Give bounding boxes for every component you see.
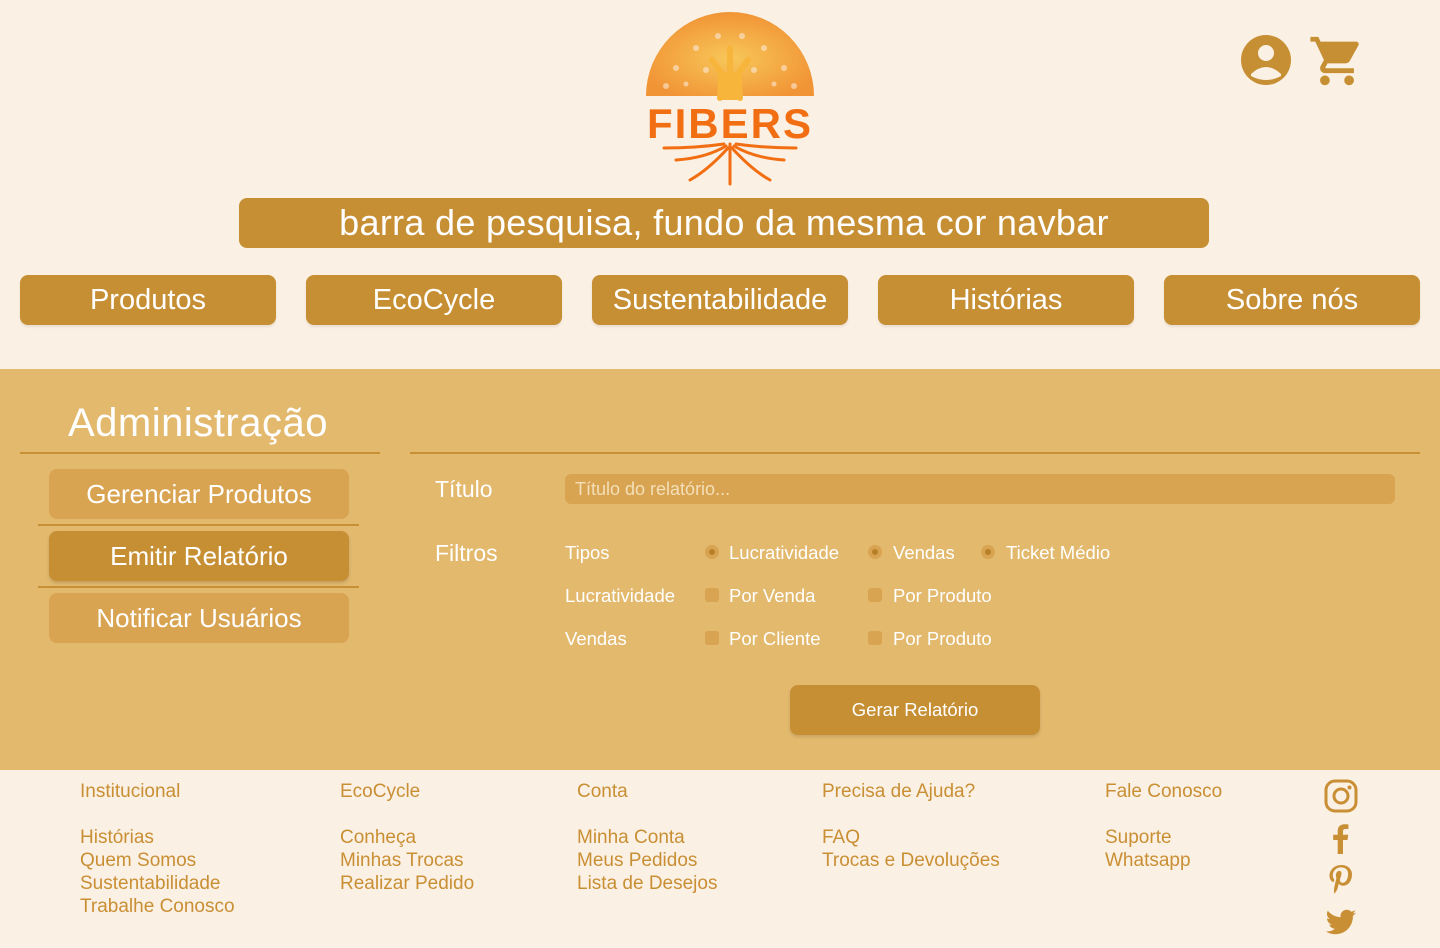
search-bar[interactable]: barra de pesquisa, fundo da mesma cor na… bbox=[239, 198, 1209, 248]
radio-lucratividade[interactable] bbox=[705, 545, 719, 559]
divider bbox=[38, 586, 359, 588]
divider bbox=[20, 452, 380, 454]
report-title-input[interactable] bbox=[565, 474, 1395, 504]
footer-link[interactable]: Trocas e Devoluções bbox=[822, 849, 1000, 872]
footer-link[interactable]: Histórias bbox=[80, 826, 235, 849]
admin-title: Administração bbox=[68, 401, 328, 445]
checkbox-por-produto[interactable] bbox=[868, 588, 882, 602]
footer-link[interactable]: Minhas Trocas bbox=[340, 849, 474, 872]
nav-ecocycle[interactable]: EcoCycle bbox=[306, 275, 562, 325]
footer-link[interactable]: Trabalhe Conosco bbox=[80, 895, 235, 918]
nav-sobre-nos[interactable]: Sobre nós bbox=[1164, 275, 1420, 325]
option-label: Ticket Médio bbox=[1006, 542, 1111, 563]
filters-label: Filtros bbox=[435, 540, 498, 566]
tree-logo-icon bbox=[646, 12, 814, 186]
title-label: Título bbox=[435, 476, 493, 502]
nav-produtos[interactable]: Produtos bbox=[20, 275, 276, 325]
option-label: Vendas bbox=[893, 542, 955, 563]
footer-column-fale-conosco: Fale Conosco Suporte Whatsapp bbox=[1105, 780, 1222, 872]
admin-panel: Administração Gerenciar Produtos Emitir … bbox=[0, 369, 1440, 770]
filter-row-label: Lucratividade bbox=[565, 585, 676, 606]
footer-link[interactable]: Realizar Pedido bbox=[340, 872, 474, 895]
divider bbox=[38, 524, 359, 526]
generate-report-button[interactable]: Gerar Relatório bbox=[790, 685, 1040, 735]
option-label: Por Produto bbox=[893, 585, 992, 606]
footer-link[interactable]: Suporte bbox=[1105, 826, 1222, 849]
footer-link[interactable]: Conheça bbox=[340, 826, 474, 849]
header: FIBERS barra de pesquisa, fundo da mesma… bbox=[0, 0, 1440, 369]
notify-users-button[interactable]: Notificar Usuários bbox=[49, 593, 349, 643]
user-account-icon[interactable] bbox=[1240, 34, 1292, 86]
footer-column-ajuda: Precisa de Ajuda? FAQ Trocas e Devoluçõe… bbox=[822, 780, 1000, 872]
footer-link[interactable]: Quem Somos bbox=[80, 849, 235, 872]
footer-link[interactable]: Whatsapp bbox=[1105, 849, 1222, 872]
facebook-icon[interactable] bbox=[1324, 821, 1358, 855]
footer-link[interactable]: Sustentabilidade bbox=[80, 872, 235, 895]
footer: Institucional Histórias Quem Somos Suste… bbox=[0, 770, 1440, 948]
nav-historias[interactable]: Histórias bbox=[878, 275, 1134, 325]
footer-column-ecocycle: EcoCycle Conheça Minhas Trocas Realizar … bbox=[340, 780, 474, 895]
shopping-cart-icon[interactable] bbox=[1308, 32, 1366, 90]
issue-report-button[interactable]: Emitir Relatório bbox=[49, 531, 349, 581]
option-label: Por Produto bbox=[893, 628, 992, 649]
footer-heading: Fale Conosco bbox=[1105, 781, 1223, 802]
checkbox-por-cliente[interactable] bbox=[705, 631, 719, 645]
manage-products-button[interactable]: Gerenciar Produtos bbox=[49, 469, 349, 519]
divider bbox=[410, 452, 1420, 454]
filter-row-label: Tipos bbox=[565, 542, 610, 563]
footer-heading: Precisa de Ajuda? bbox=[822, 781, 976, 802]
footer-heading: Institucional bbox=[80, 781, 181, 802]
footer-link[interactable]: Lista de Desejos bbox=[577, 872, 717, 895]
fibers-logo[interactable]: FIBERS bbox=[636, 8, 824, 190]
footer-heading: Conta bbox=[577, 781, 628, 802]
footer-column-institucional: Institucional Histórias Quem Somos Suste… bbox=[80, 780, 235, 918]
option-label: Lucratividade bbox=[729, 542, 840, 563]
filter-row-label: Vendas bbox=[565, 628, 627, 649]
radio-ticket-medio[interactable] bbox=[981, 545, 995, 559]
checkbox-por-produto-vendas[interactable] bbox=[868, 631, 882, 645]
footer-link[interactable]: Minha Conta bbox=[577, 826, 717, 849]
pinterest-icon[interactable] bbox=[1324, 863, 1358, 897]
checkbox-por-venda[interactable] bbox=[705, 588, 719, 602]
footer-link[interactable]: FAQ bbox=[822, 826, 1000, 849]
logo-text: FIBERS bbox=[646, 100, 813, 147]
option-label: Por Cliente bbox=[729, 628, 821, 649]
instagram-icon[interactable] bbox=[1324, 779, 1358, 813]
twitter-icon[interactable] bbox=[1324, 905, 1358, 939]
nav-sustentabilidade[interactable]: Sustentabilidade bbox=[592, 275, 848, 325]
footer-heading: EcoCycle bbox=[340, 781, 421, 802]
footer-link[interactable]: Meus Pedidos bbox=[577, 849, 717, 872]
footer-column-conta: Conta Minha Conta Meus Pedidos Lista de … bbox=[577, 780, 717, 895]
radio-vendas[interactable] bbox=[868, 545, 882, 559]
option-label: Por Venda bbox=[729, 585, 816, 606]
